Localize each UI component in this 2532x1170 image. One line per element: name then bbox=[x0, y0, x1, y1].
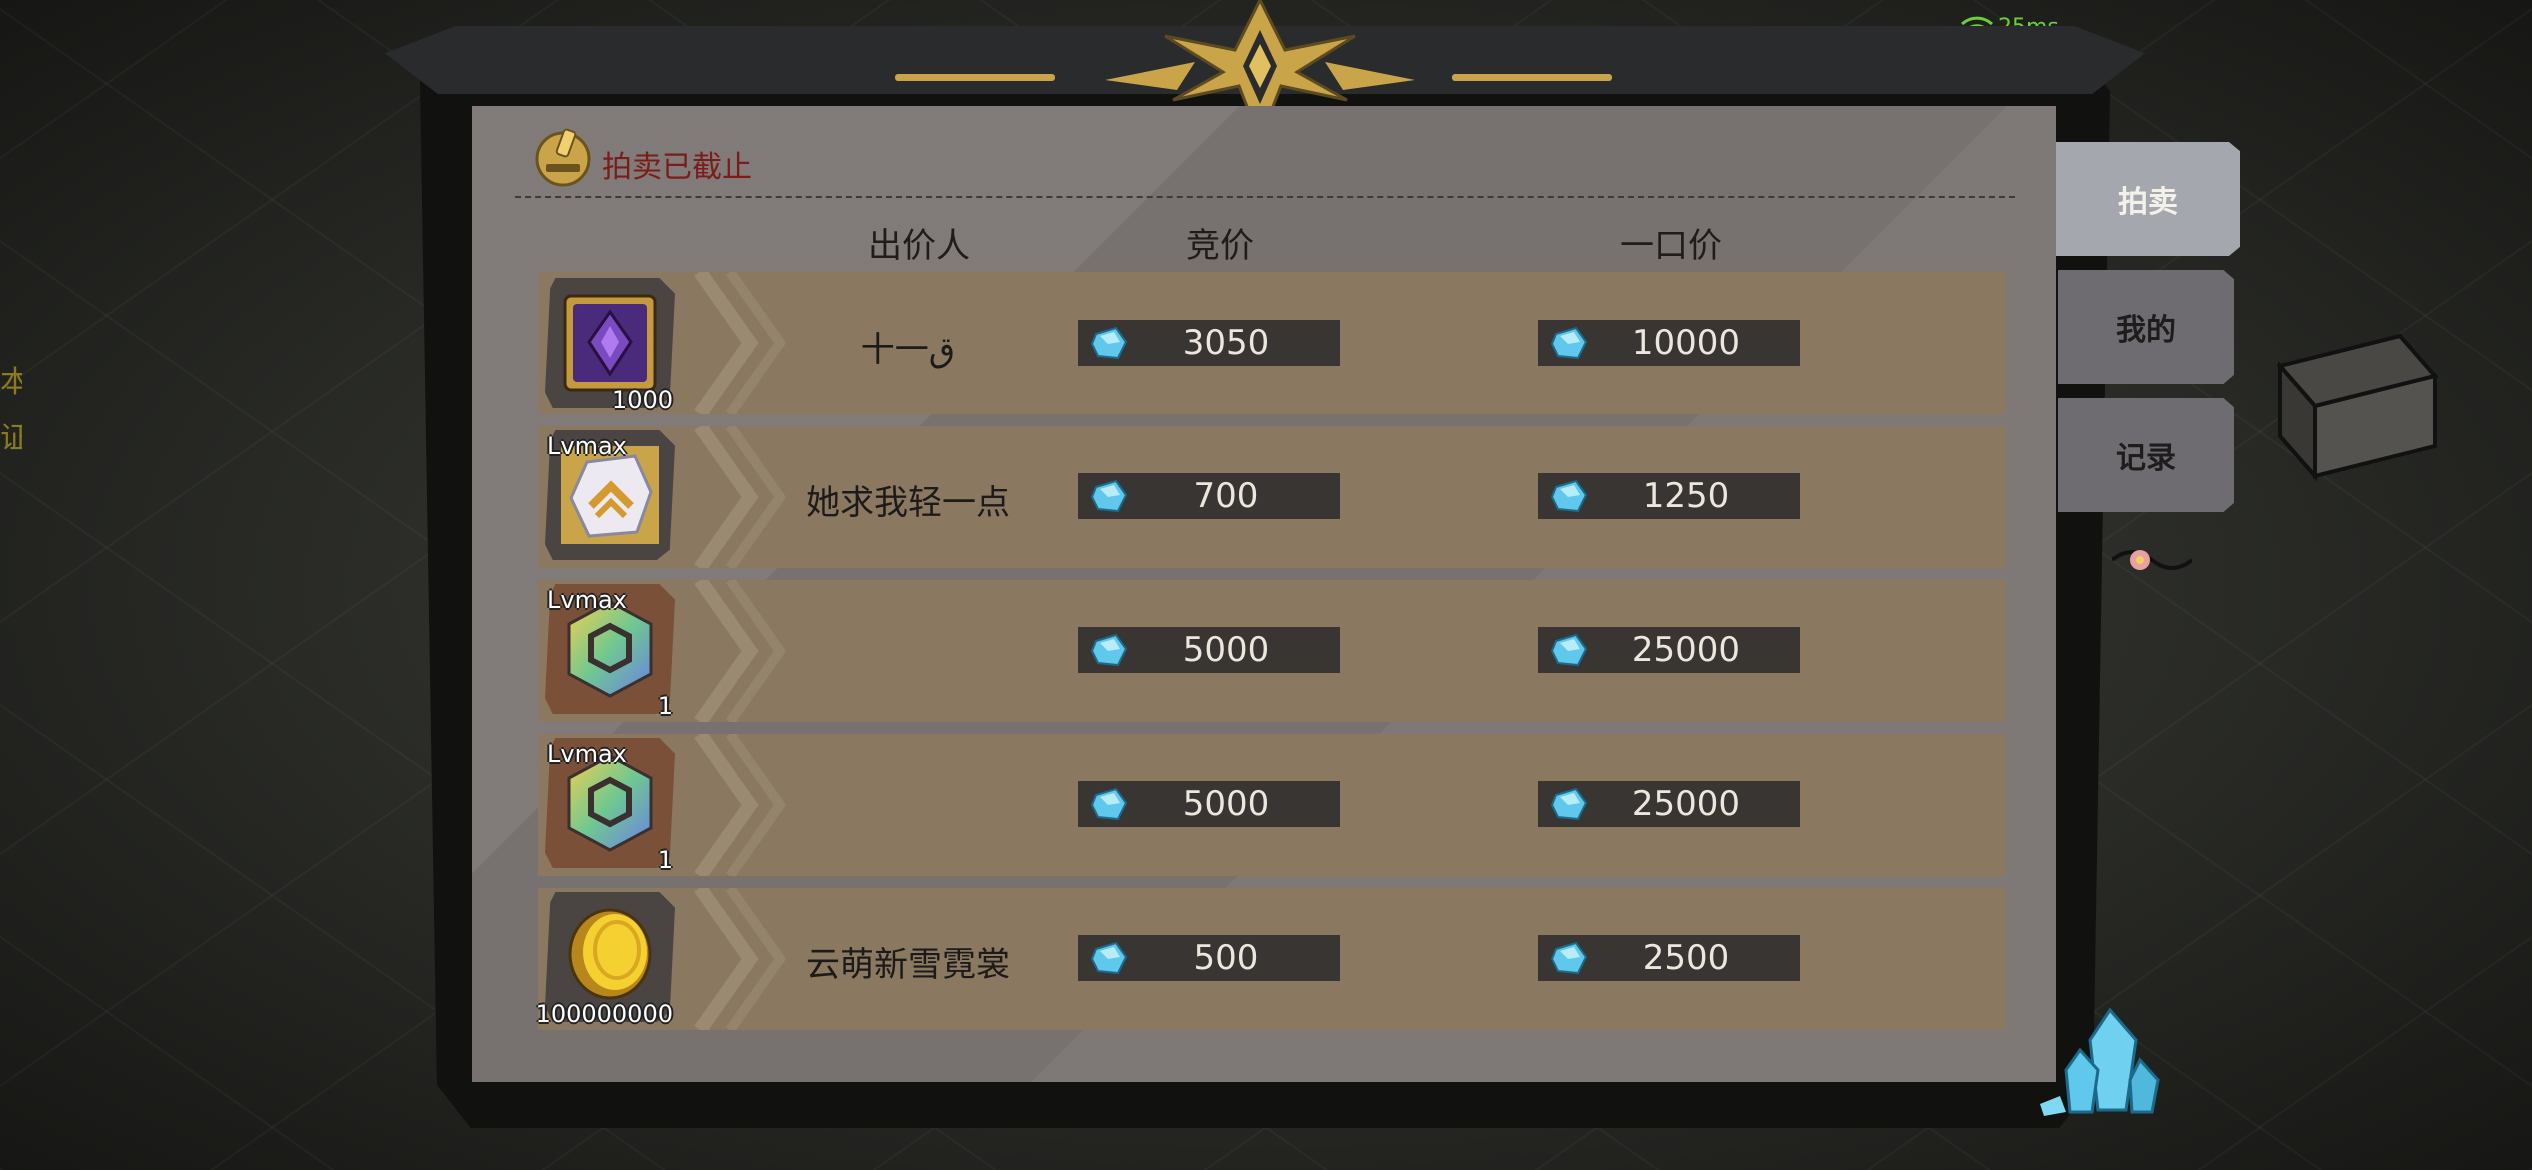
crystal-currency-icon bbox=[1550, 787, 1588, 821]
bid-price: 500 bbox=[1078, 935, 1340, 981]
frame-gold-bar-left bbox=[895, 74, 1055, 81]
crystal-currency-icon bbox=[1550, 326, 1588, 360]
auction-status-text: 拍卖已截止 bbox=[602, 150, 752, 185]
crystal-currency-icon bbox=[1090, 479, 1128, 513]
column-header-bidder: 出价人 bbox=[868, 226, 970, 266]
buyout-price[interactable]: 25000 bbox=[1538, 627, 1800, 673]
bid-value: 700 bbox=[1193, 476, 1259, 516]
row-chevron-icon bbox=[694, 734, 787, 876]
buyout-value: 10000 bbox=[1631, 323, 1741, 363]
listing-item-5[interactable]: 100000000 bbox=[535, 882, 687, 1032]
buyout-price[interactable]: 1250 bbox=[1538, 473, 1800, 519]
tab-records[interactable]: 记录 bbox=[2058, 398, 2234, 512]
tab-auction[interactable]: 拍卖 bbox=[2056, 142, 2240, 256]
item-quantity: 1 bbox=[657, 692, 673, 720]
purple-rune-book-icon bbox=[563, 294, 657, 392]
listing-item-2[interactable]: Lvmax bbox=[535, 420, 687, 570]
crystal-currency-icon bbox=[1090, 941, 1128, 975]
item-level: Lvmax bbox=[547, 740, 627, 768]
chest-decoration-icon bbox=[2276, 333, 2439, 482]
bid-value: 5000 bbox=[1182, 784, 1270, 824]
bidder-name: 十一ق bbox=[860, 330, 956, 370]
listing-item-1[interactable]: 1000 bbox=[535, 268, 687, 418]
crystal-currency-icon bbox=[1550, 479, 1588, 513]
bid-value: 5000 bbox=[1182, 630, 1270, 670]
item-quantity: 1 bbox=[657, 846, 673, 874]
listing-item-3[interactable]: Lvmax 1 bbox=[535, 574, 687, 724]
flower-decoration-icon bbox=[2112, 550, 2192, 570]
bid-price: 3050 bbox=[1078, 320, 1340, 366]
item-quantity: 1000 bbox=[611, 386, 673, 414]
buyout-value: 1250 bbox=[1642, 476, 1730, 516]
row-chevron-icon bbox=[694, 580, 787, 722]
item-level: Lvmax bbox=[547, 586, 627, 614]
bidder-name: 云萌新雪霓裳 bbox=[806, 945, 1010, 985]
frame-gold-bar-right bbox=[1452, 74, 1612, 81]
auction-hammer-icon bbox=[535, 128, 591, 187]
crystal-currency-icon bbox=[1550, 633, 1588, 667]
bidder-name: 她求我轻一点 bbox=[806, 483, 1010, 523]
header-divider bbox=[515, 196, 2015, 198]
buyout-price[interactable]: 2500 bbox=[1538, 935, 1800, 981]
crystal-decoration-icon bbox=[2040, 1007, 2160, 1116]
item-level: Lvmax bbox=[547, 432, 627, 460]
bid-price: 5000 bbox=[1078, 627, 1340, 673]
gold-coin-icon bbox=[568, 908, 652, 1000]
bid-value: 500 bbox=[1193, 938, 1259, 978]
buyout-value: 25000 bbox=[1631, 630, 1741, 670]
bid-price: 5000 bbox=[1078, 781, 1340, 827]
item-quantity: 100000000 bbox=[535, 1000, 673, 1028]
background-side-text: 本 证 bbox=[0, 365, 22, 456]
crystal-currency-icon bbox=[1090, 326, 1128, 360]
bid-value: 3050 bbox=[1182, 323, 1270, 363]
crystal-currency-icon bbox=[1090, 633, 1128, 667]
buyout-price[interactable]: 10000 bbox=[1538, 320, 1800, 366]
bid-price: 700 bbox=[1078, 473, 1340, 519]
tab-mine[interactable]: 我的 bbox=[2058, 270, 2234, 384]
crystal-currency-icon bbox=[1550, 941, 1588, 975]
buyout-value: 25000 bbox=[1631, 784, 1741, 824]
column-header-bid: 竞价 bbox=[1186, 226, 1254, 266]
listing-item-4[interactable]: Lvmax 1 bbox=[535, 728, 687, 878]
crystal-currency-icon bbox=[1090, 787, 1128, 821]
buyout-price[interactable]: 25000 bbox=[1538, 781, 1800, 827]
buyout-value: 2500 bbox=[1642, 938, 1730, 978]
column-header-buyout: 一口价 bbox=[1620, 226, 1722, 266]
